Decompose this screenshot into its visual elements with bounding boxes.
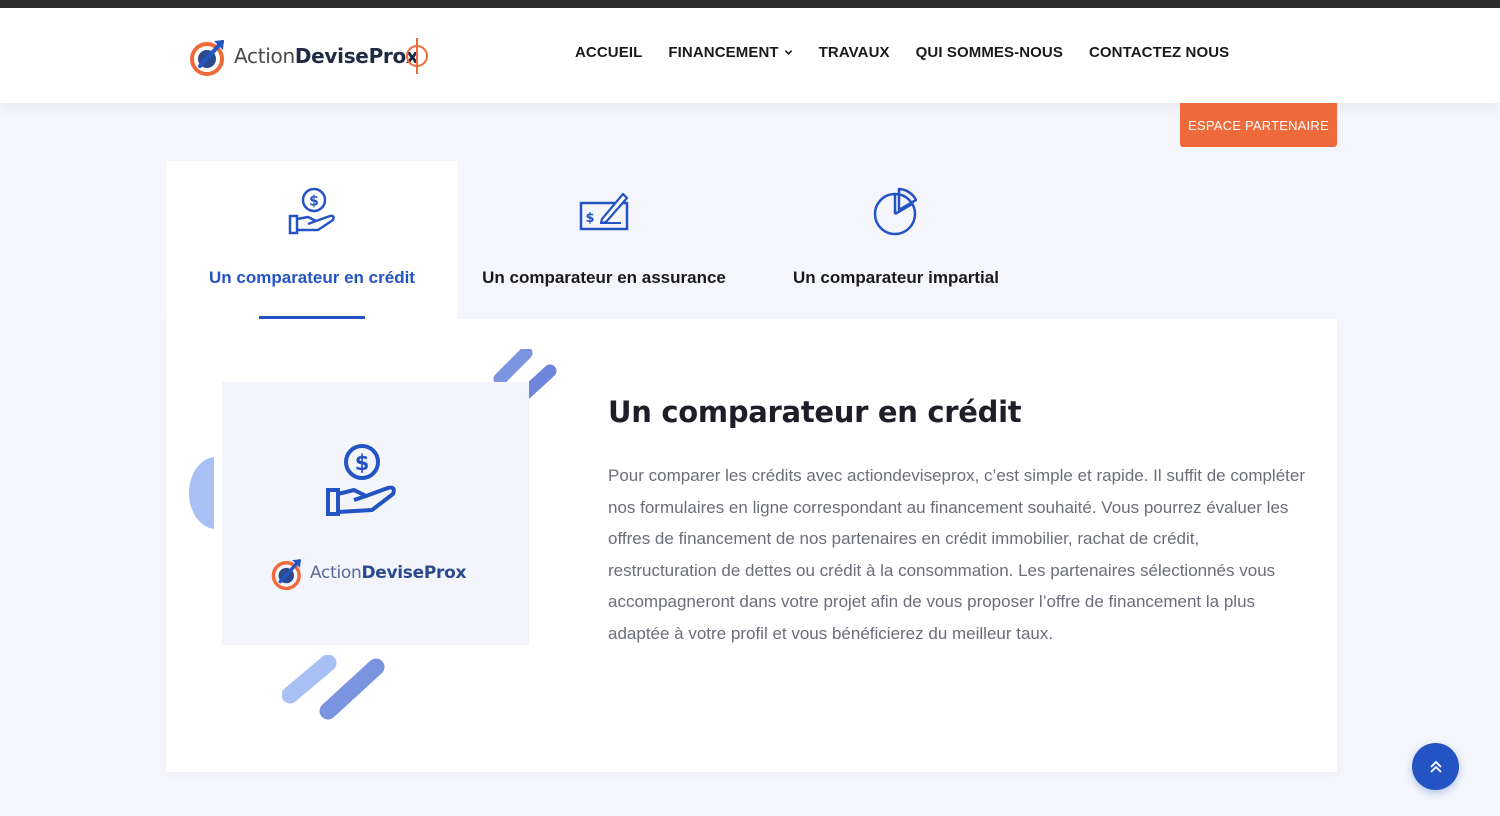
nav-qui-sommes-nous[interactable]: QUI SOMMES-NOUS [903,44,1076,61]
decorative-stripes-bottom [282,655,385,720]
logo-target-icon [405,38,428,74]
scroll-to-top-button[interactable] [1412,743,1459,790]
svg-text:$: $ [309,194,319,210]
logo-text: ActionDeviseProx [234,44,419,68]
tab-credit[interactable]: $ Un comparateur en crédit [166,161,458,319]
decorative-blob-left [189,457,214,529]
nav-travaux[interactable]: TRAVAUX [806,44,903,61]
main-nav: ACCUEIL FINANCEMENT TRAVAUX QUI SOMMES-N… [562,44,1242,61]
tab-assurance[interactable]: $ Un comparateur en assurance [458,161,750,319]
cheque-icon: $ [579,192,629,231]
pie-chart-icon [873,187,918,236]
feature-tabs: $ Un comparateur en crédit $ Un comparat… [166,161,1042,319]
nav-accueil[interactable]: ACCUEIL [562,44,655,61]
svg-text:$: $ [355,451,370,475]
card-logo: ActionDeviseProx [270,554,466,592]
nav-contactez-nous[interactable]: CONTACTEZ NOUS [1076,44,1242,61]
site-header: ActionDeviseProx ACCUEIL FINANCEMENT TRA… [0,8,1500,103]
illustration-card: $ ActionDeviseProx [222,382,529,645]
tab-assurance-label: Un comparateur en assurance [482,268,726,287]
nav-financement[interactable]: FINANCEMENT [655,44,805,61]
tab-impartial-label: Un comparateur impartial [793,268,999,287]
panel-description: Pour comparer les crédits avec actiondev… [608,466,1305,643]
logo-mark-icon [271,559,301,591]
svg-text:$: $ [585,211,594,226]
tab-content-text: Un comparateur en crédit Pour comparer l… [608,395,1308,650]
panel-title: Un comparateur en crédit [608,395,1022,429]
chevron-down-icon [784,50,792,55]
tab-content-panel: $ ActionDeviseProx Un comparateur en cré… [166,319,1337,772]
espace-partenaire-button[interactable]: ESPACE PARTENAIRE [1180,103,1337,147]
site-logo[interactable]: ActionDeviseProx [188,32,431,80]
hand-dollar-icon: $ [326,444,396,516]
card-logo-text: ActionDeviseProx [310,563,467,583]
double-chevron-up-icon [1429,760,1442,773]
top-bar [0,0,1500,8]
logo-mark-icon [190,40,224,76]
tab-credit-label: Un comparateur en crédit [209,268,415,287]
hand-dollar-icon: $ [288,187,335,235]
tab-impartial[interactable]: Un comparateur impartial [750,161,1042,319]
